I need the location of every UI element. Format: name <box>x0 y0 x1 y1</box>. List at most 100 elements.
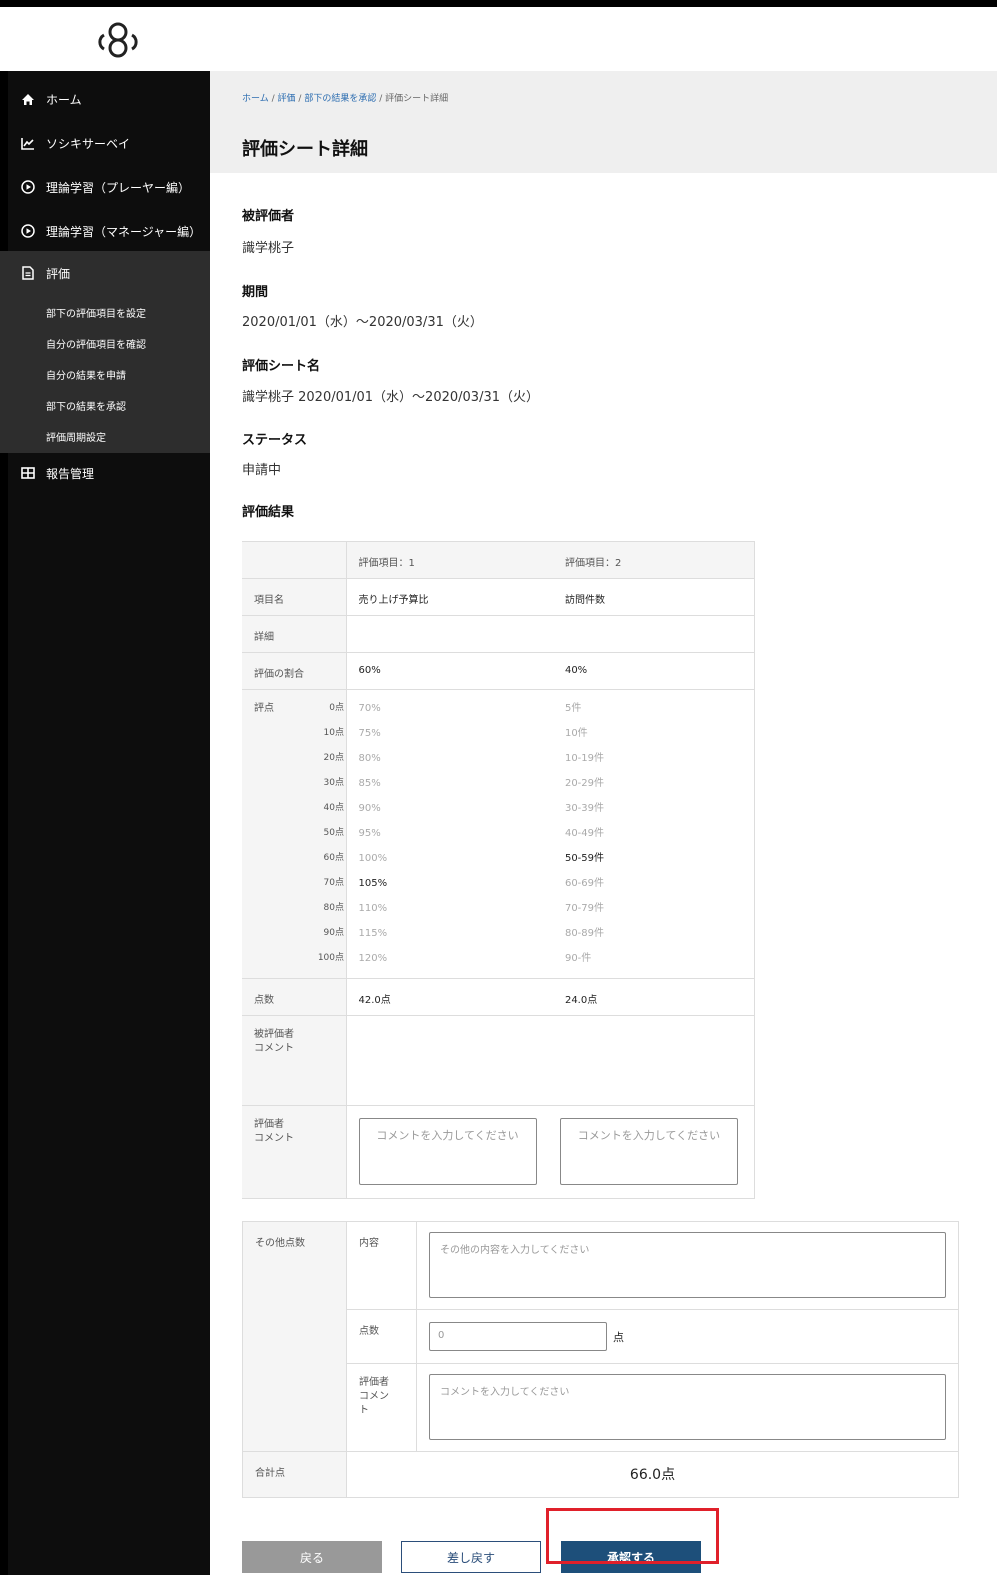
status-label: ステータス <box>242 433 308 448</box>
breadcrumb: ホーム / 評価 / 部下の結果を承認 / 評価シート詳細 <box>242 94 449 104</box>
nav-item-evaluation[interactable]: 評価 <box>0 251 210 295</box>
level-value: 5件 <box>564 703 582 714</box>
subnav-set-subordinate-items[interactable]: 部下の評価項目を設定 <box>46 305 146 320</box>
other-score-table: その他点数 内容 その他の内容を入力してください 点数 0 点 評価者 コメン … <box>242 1221 959 1498</box>
level-value: 95% <box>358 828 381 839</box>
points-list: 0点 10点 20点 30点 40点 50点 60点 70点 80点 90点 100点 <box>306 696 344 971</box>
points-value: 50点 <box>323 828 344 838</box>
score-label: 点数 <box>346 1309 417 1364</box>
points-value: 60点 <box>323 853 344 863</box>
play-icon <box>20 180 36 194</box>
points-value: 90点 <box>323 928 344 938</box>
return-button[interactable]: 差し戻す <box>401 1541 541 1573</box>
result-label: 評価結果 <box>242 505 295 520</box>
nav-item-survey[interactable]: ソシキサーベイ <box>0 121 210 165</box>
subnav-evaluation-cycle[interactable]: 評価周期設定 <box>46 429 106 444</box>
level-value: 40-49件 <box>564 828 605 839</box>
points-value: 20点 <box>323 753 344 763</box>
nav-label: 報告管理 <box>46 466 95 481</box>
score-unit: 点 <box>613 1330 624 1344</box>
points-value: 40点 <box>323 803 344 813</box>
points-value: 80点 <box>323 903 344 913</box>
nav-label: ソシキサーベイ <box>46 136 131 151</box>
sheet-name-label: 評価シート名 <box>242 359 321 374</box>
page-title: 評価シート詳細 <box>242 139 368 160</box>
page-header: ホーム / 評価 / 部下の結果を承認 / 評価シート詳細 評価シート詳細 <box>210 71 997 173</box>
item2-levels: 5件 10件 10-19件 20-29件 30-39件 40-49件 50-59件 60-69… <box>552 689 755 979</box>
subnav-apply-own-results[interactable]: 自分の結果を申請 <box>46 367 126 382</box>
evaluatee-value: 識学桃子 <box>242 241 295 256</box>
nav-label: ホーム <box>46 92 82 107</box>
breadcrumb-home[interactable]: ホーム <box>242 94 269 104</box>
nav-item-theory-manager[interactable]: 理論学習（マネージャー編） <box>0 209 210 253</box>
total-label: 合計点 <box>242 1451 347 1498</box>
level-value: 100% <box>358 853 388 864</box>
row-label: 評価の割合 <box>242 652 347 690</box>
document-icon <box>20 266 36 280</box>
row-label: 点数 <box>242 978 347 1016</box>
evaluator-comment-label: 評価者 コメン ト <box>346 1363 417 1452</box>
evaluatee-label: 被評価者 <box>242 209 295 224</box>
subnav-approve-subordinate-results[interactable]: 部下の結果を承認 <box>46 398 126 413</box>
total-value: 66.0点 <box>629 1467 676 1483</box>
item-ratio: 60% <box>346 652 553 690</box>
row-label: 項目名 <box>242 578 347 616</box>
row-label-evaluator-comment: 評価者 コメント <box>242 1105 347 1199</box>
sheet-name-value: 識学桃子 2020/01/01（水）～2020/03/31（火） <box>242 390 539 405</box>
level-value: 105% <box>358 878 388 889</box>
logo-icon[interactable] <box>88 19 148 63</box>
level-value: 10件 <box>564 728 588 739</box>
points-value: 100点 <box>317 953 344 963</box>
highlight-box <box>546 1508 719 1564</box>
evaluator-comment-input-1[interactable]: コメントを入力してください <box>358 1118 537 1185</box>
breadcrumb-approve[interactable]: 部下の結果を承認 <box>304 94 376 104</box>
column-header: 評価項目：1 <box>346 541 553 579</box>
level-value: 20-29件 <box>564 778 605 789</box>
period-label: 期間 <box>242 285 269 300</box>
evaluator-comment-input-2[interactable]: コメントを入力してください <box>559 1118 738 1185</box>
nav-label: 理論学習（プレーヤー編） <box>46 180 191 195</box>
level-value: 115% <box>358 928 388 939</box>
nav-item-home[interactable]: ホーム <box>0 77 210 121</box>
item-name: 訪問件数 <box>552 578 755 616</box>
row-label: 詳細 <box>242 615 347 653</box>
level-value: 90% <box>358 803 381 814</box>
level-value: 80% <box>358 753 381 764</box>
play-icon <box>20 224 36 238</box>
item-score: 42.0点 <box>346 978 553 1016</box>
level-value: 30-39件 <box>564 803 605 814</box>
level-value: 10-19件 <box>564 753 605 764</box>
level-value: 70% <box>358 703 381 714</box>
level-value: 70-79件 <box>564 903 605 914</box>
level-value: 60-69件 <box>564 878 605 889</box>
status-value: 申請中 <box>242 463 282 478</box>
level-value: 110% <box>358 903 388 914</box>
nav-item-reports[interactable]: 報告管理 <box>0 451 210 495</box>
sidebar: ホーム ソシキサーベイ 理論学習（プレーヤー編） 理論学習（マネージャー編） 評… <box>0 71 210 1575</box>
nav-label: 評価 <box>46 266 71 281</box>
other-comment-input[interactable]: コメントを入力してください <box>429 1374 946 1440</box>
content-label: 内容 <box>346 1221 417 1310</box>
other-score-input[interactable]: 0 <box>429 1322 607 1351</box>
item-score: 24.0点 <box>552 978 755 1016</box>
level-value: 50-59件 <box>564 853 605 864</box>
header <box>8 7 997 71</box>
subnav-confirm-own-items[interactable]: 自分の評価項目を確認 <box>46 336 146 351</box>
period-value: 2020/01/01（水）～2020/03/31（火） <box>242 315 483 330</box>
level-value: 85% <box>358 778 381 789</box>
breadcrumb-evaluation[interactable]: 評価 <box>278 94 296 104</box>
level-value: 75% <box>358 728 381 739</box>
other-score-label: その他点数 <box>242 1221 347 1452</box>
nav-item-theory-player[interactable]: 理論学習（プレーヤー編） <box>0 165 210 209</box>
grid-icon <box>20 467 36 479</box>
top-border <box>0 0 997 7</box>
home-icon <box>20 93 36 106</box>
row-label-evaluatee-comment: 被評価者 コメント <box>242 1015 347 1106</box>
item-name: 売り上げ予算比 <box>346 578 553 616</box>
level-value: 90-件 <box>564 953 592 964</box>
other-content-input[interactable]: その他の内容を入力してください <box>429 1232 946 1298</box>
points-value: 0点 <box>329 703 344 713</box>
level-value: 80-89件 <box>564 928 605 939</box>
back-button[interactable]: 戻る <box>242 1541 382 1573</box>
item1-levels: 70% 75% 80% 85% 90% 95% 100% 105% 110% 115% 120% <box>346 689 553 979</box>
